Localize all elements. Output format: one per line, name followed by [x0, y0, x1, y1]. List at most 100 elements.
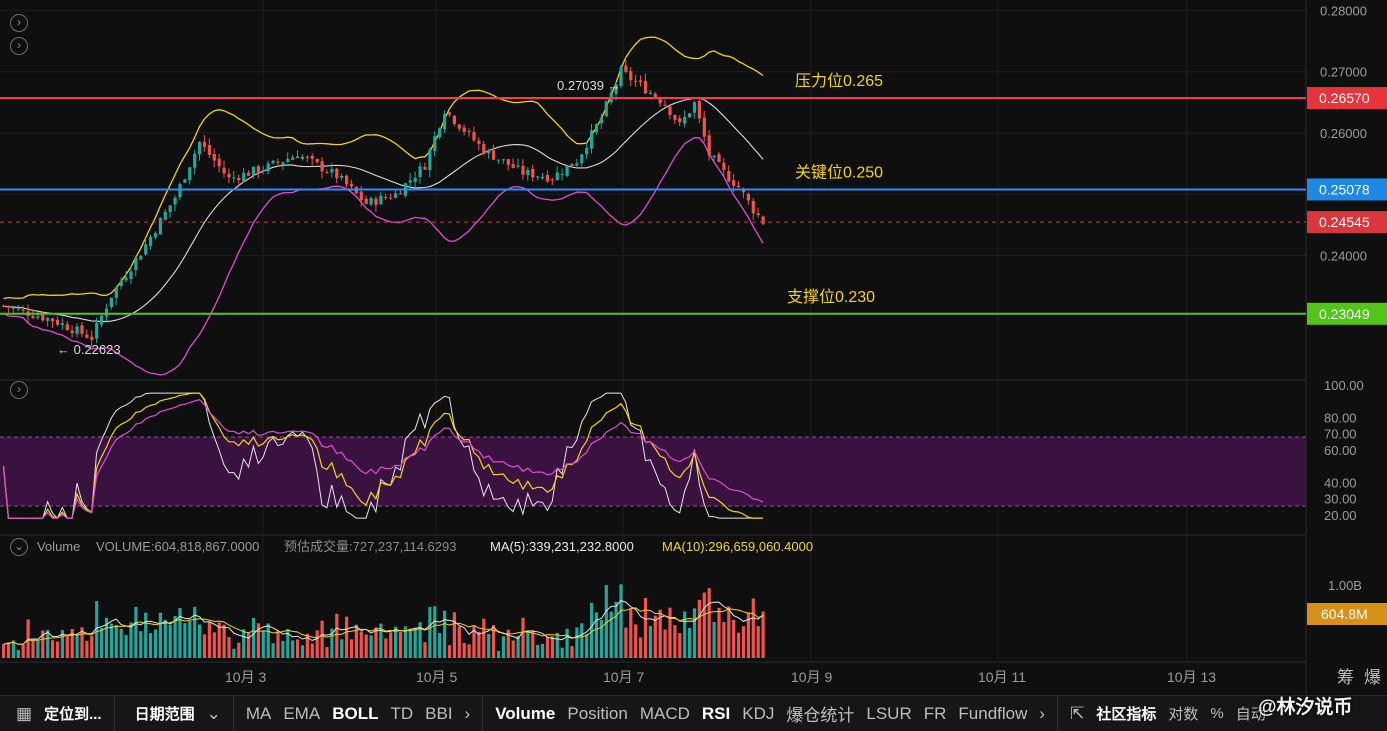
candle-body [153, 233, 158, 238]
volume-bar [639, 637, 643, 658]
candle-body [296, 156, 300, 159]
chevron-right-icon[interactable]: › [459, 704, 477, 724]
price-tag: 0.24545 [1319, 214, 1370, 230]
candle-body [104, 308, 109, 317]
candle-body [457, 124, 461, 129]
expand-chevron-icon[interactable]: › [10, 37, 28, 55]
candle-body [251, 166, 256, 176]
volume-bar [643, 598, 648, 658]
candle-body [653, 93, 657, 98]
chevron-right-icon[interactable]: › [1033, 704, 1051, 724]
indicator-boll[interactable]: BOLL [326, 704, 384, 724]
volume-bar [242, 629, 246, 658]
volume-bar [457, 626, 461, 658]
indicator-kdj[interactable]: KDJ [736, 704, 780, 724]
volume-bar [408, 628, 412, 658]
indicator-ema[interactable]: EMA [277, 704, 326, 724]
volume-bar [619, 584, 623, 658]
indicator-rsi[interactable]: RSI [696, 704, 736, 724]
volume-bar [732, 619, 736, 658]
indicator-liquidation[interactable]: 爆仓统计 [780, 701, 860, 726]
volume-bar [237, 642, 241, 658]
price-tag: 0.26570 [1319, 90, 1370, 106]
volume-bar [526, 630, 530, 658]
candle-body [163, 211, 167, 220]
volume-bar [325, 647, 329, 658]
indicator-lsur[interactable]: LSUR [860, 704, 917, 724]
volume-bar [541, 643, 545, 658]
volume-bar [359, 631, 363, 658]
time-tick: 10月 13 [1167, 669, 1216, 685]
indicator-macd[interactable]: MACD [634, 704, 696, 724]
candle-body [751, 201, 755, 214]
candle-body [560, 174, 564, 176]
liquidation-toggle[interactable]: 爆 [1364, 668, 1381, 687]
candle-body [349, 183, 354, 187]
chevron-down-icon[interactable]: ⌄ [201, 704, 227, 724]
volume-estimate: 预估成交量:727,237,114.6293 [284, 539, 456, 554]
candle-body [511, 164, 515, 168]
candle-body [247, 172, 251, 176]
time-tick: 10月 5 [416, 669, 457, 685]
candle-body [217, 158, 221, 167]
volume-bar [717, 607, 721, 658]
indicator-fundflow[interactable]: Fundflow [952, 704, 1033, 724]
volume-bar [737, 632, 741, 658]
indicator-ma[interactable]: MA [240, 704, 278, 724]
goto-button[interactable]: 定位到... [38, 703, 108, 724]
candle-body [604, 101, 608, 117]
candle-body [114, 287, 118, 298]
indicator-volume[interactable]: Volume [489, 704, 561, 724]
percent-toggle[interactable]: % [1204, 705, 1229, 722]
date-range-button[interactable]: 日期范围 [121, 703, 201, 724]
volume-bar [741, 626, 746, 658]
indicator-fr[interactable]: FR [918, 704, 953, 724]
indicator-bbi[interactable]: BBI [419, 704, 458, 724]
volume-bar [276, 630, 280, 658]
candle-body [335, 168, 339, 179]
volume-bar [149, 633, 153, 658]
rsi-tick: 70.00 [1324, 427, 1357, 442]
indicator-position[interactable]: Position [561, 704, 633, 724]
volume-bar [75, 635, 79, 658]
volume-bar [291, 640, 295, 658]
volume-bar [565, 628, 569, 658]
volume-bar [320, 620, 324, 658]
volume-bar [369, 635, 373, 658]
candle-body [119, 281, 123, 286]
price-tick: 0.24000 [1320, 249, 1367, 264]
candle-body [688, 113, 692, 118]
candle-body [227, 173, 231, 178]
volume-bar [188, 620, 192, 658]
volume-bar [580, 623, 584, 658]
rsi-tick: 20.00 [1324, 508, 1357, 523]
candle-body [281, 162, 285, 165]
volume-bar [251, 617, 256, 658]
chart-canvas[interactable]: 压力位0.265 关键位0.250 支撑位0.230 0.28000 0.27000 0… [0, 0, 1387, 695]
candle-body [193, 153, 197, 168]
volume-bar [124, 635, 128, 658]
time-tick: 10月 7 [603, 669, 644, 685]
community-indicators[interactable]: 社区指标 [1090, 703, 1162, 724]
candle-body [482, 143, 486, 154]
indicator-td[interactable]: TD [384, 704, 419, 724]
candle-body [496, 159, 501, 161]
volume-bar [349, 639, 354, 658]
candle-body [678, 118, 682, 123]
collapse-chevron-icon[interactable]: ⌄ [10, 538, 28, 556]
calendar-icon[interactable]: ▦ [0, 704, 38, 724]
volume-bar [756, 626, 760, 658]
expand-chevron-icon[interactable]: › [10, 381, 28, 399]
chips-toggle[interactable]: 筹 [1337, 668, 1354, 687]
log-scale-toggle[interactable]: 对数 [1162, 703, 1204, 724]
expand-chevron-icon[interactable]: › [10, 14, 28, 32]
candle-body [109, 297, 113, 308]
external-link-icon[interactable]: ⇱ [1064, 704, 1090, 724]
candle-body [188, 167, 192, 181]
candle-body [70, 330, 74, 334]
volume-bar [266, 623, 270, 658]
volume-bar [36, 640, 40, 658]
volume-bar [683, 611, 687, 658]
volume-tag: 604.8M [1321, 606, 1368, 622]
volume-bar [55, 641, 60, 658]
